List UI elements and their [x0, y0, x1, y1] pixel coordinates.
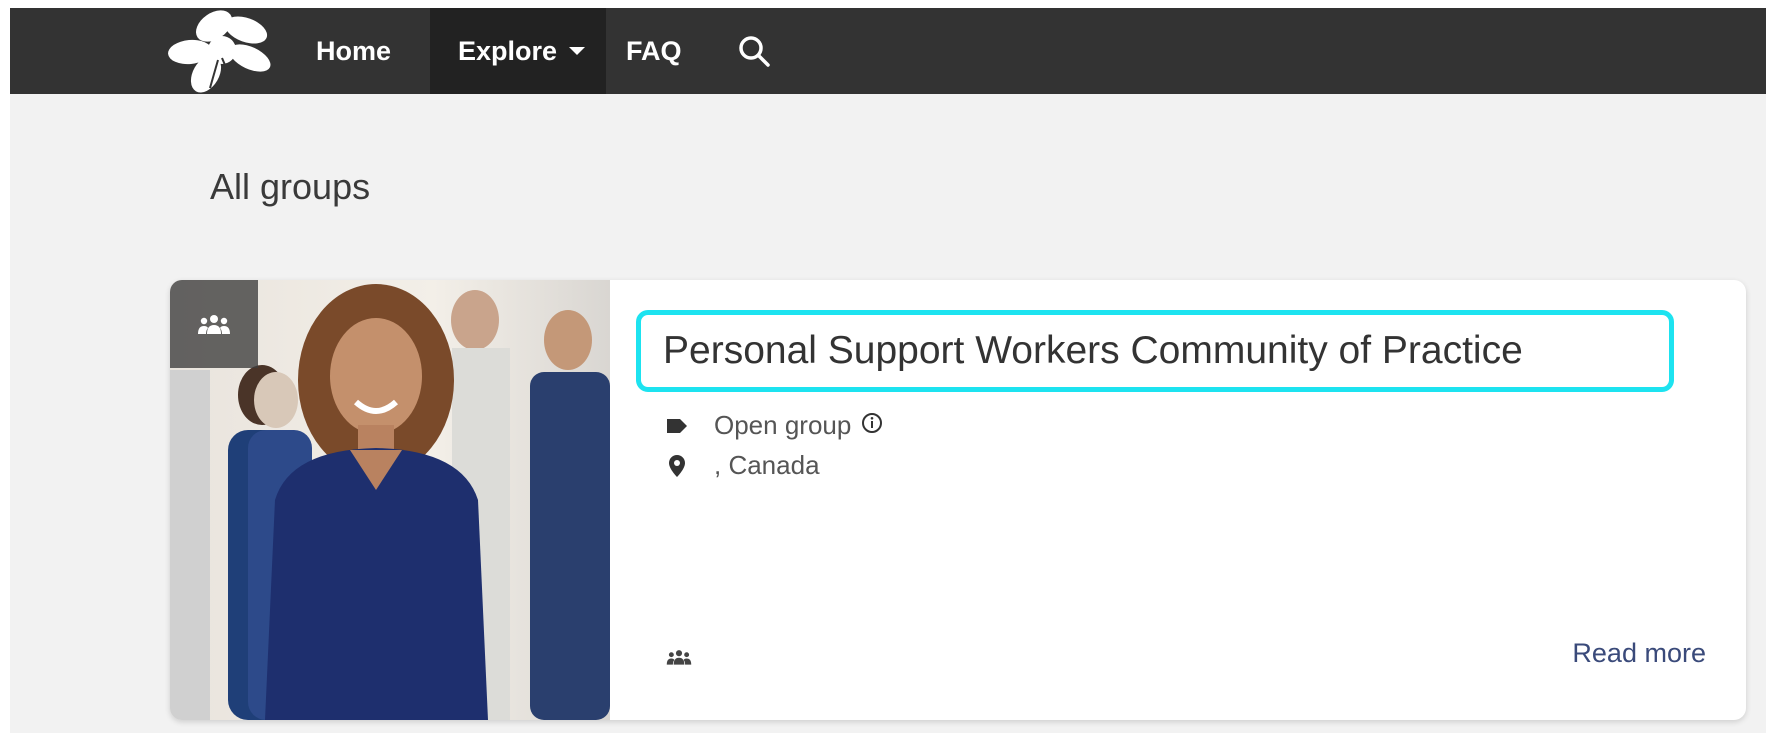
location-pin-icon — [666, 454, 688, 477]
group-card: Personal Support Workers Community of Pr… — [170, 280, 1746, 720]
top-navbar: Home Explore FAQ — [10, 8, 1766, 94]
group-location-row: , Canada — [666, 450, 820, 481]
nav-explore-label: Explore — [458, 35, 558, 66]
info-icon[interactable] — [861, 410, 883, 441]
group-icon — [198, 315, 230, 334]
members-icon — [666, 648, 692, 671]
page-title: All groups — [210, 166, 371, 207]
group-cover-image[interactable] — [170, 280, 610, 720]
caret-down-icon — [569, 47, 586, 55]
tag-icon — [666, 415, 688, 437]
group-location-text: , Canada — [714, 450, 820, 480]
nav-faq[interactable]: FAQ — [626, 8, 682, 94]
nav-faq-label: FAQ — [626, 35, 682, 66]
read-more-link[interactable]: Read more — [1572, 638, 1706, 669]
group-title-link[interactable]: Personal Support Workers Community of Pr… — [636, 310, 1674, 392]
nav-home-label: Home — [316, 35, 392, 66]
nav-explore-dropdown[interactable]: Explore — [430, 8, 606, 94]
search-icon[interactable] — [734, 8, 774, 94]
nav-home[interactable]: Home — [316, 8, 391, 94]
group-type-badge — [170, 280, 258, 368]
page: Home Explore FAQ All groups Personal Sup… — [10, 8, 1766, 733]
flower-logo[interactable] — [168, 8, 278, 94]
group-type-row: Open group — [666, 410, 883, 441]
group-type-label: Open group — [714, 410, 852, 440]
